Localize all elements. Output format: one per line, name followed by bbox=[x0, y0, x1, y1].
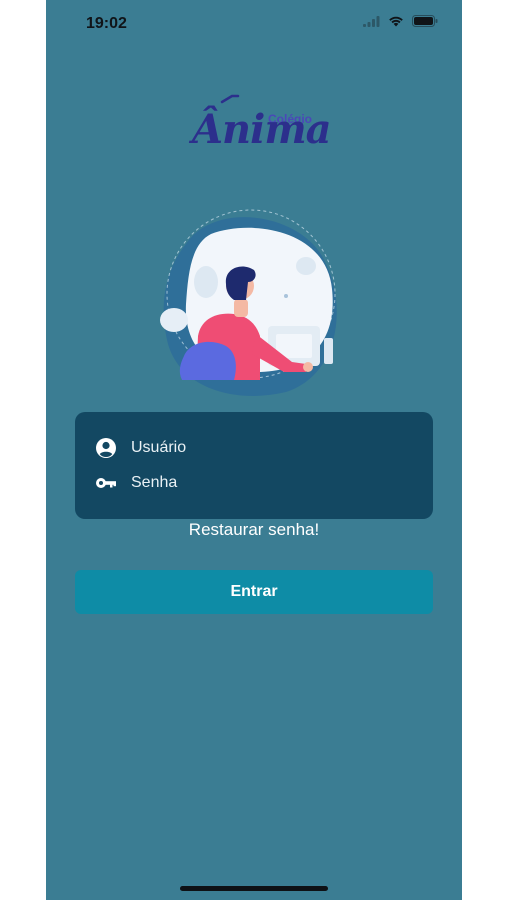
login-screen: 19:02 Colégio Ânima Usuário Senha Restau… bbox=[46, 0, 462, 900]
wifi-icon bbox=[389, 16, 403, 27]
key-icon bbox=[95, 472, 117, 494]
battery-icon bbox=[412, 15, 438, 27]
home-indicator[interactable] bbox=[180, 886, 328, 891]
cellular-signal-icon bbox=[363, 15, 380, 27]
login-card: Usuário Senha bbox=[75, 412, 433, 519]
password-field[interactable]: Senha bbox=[95, 471, 177, 495]
status-icons bbox=[363, 15, 438, 27]
school-logo: Colégio Ânima bbox=[192, 94, 332, 184]
status-time: 19:02 bbox=[86, 15, 127, 32]
username-field[interactable]: Usuário bbox=[95, 436, 186, 460]
account-circle-icon bbox=[95, 437, 117, 459]
status-bar: 19:02 bbox=[46, 0, 462, 48]
logo-script-text: Ânima bbox=[192, 106, 332, 153]
username-label: Usuário bbox=[131, 439, 187, 456]
enter-button[interactable]: Entrar bbox=[75, 570, 433, 614]
student-laptop-illustration bbox=[160, 209, 337, 396]
password-label: Senha bbox=[131, 474, 178, 491]
restore-password-link[interactable]: Restaurar senha! bbox=[46, 520, 462, 540]
logo-accent-icon bbox=[220, 94, 240, 104]
